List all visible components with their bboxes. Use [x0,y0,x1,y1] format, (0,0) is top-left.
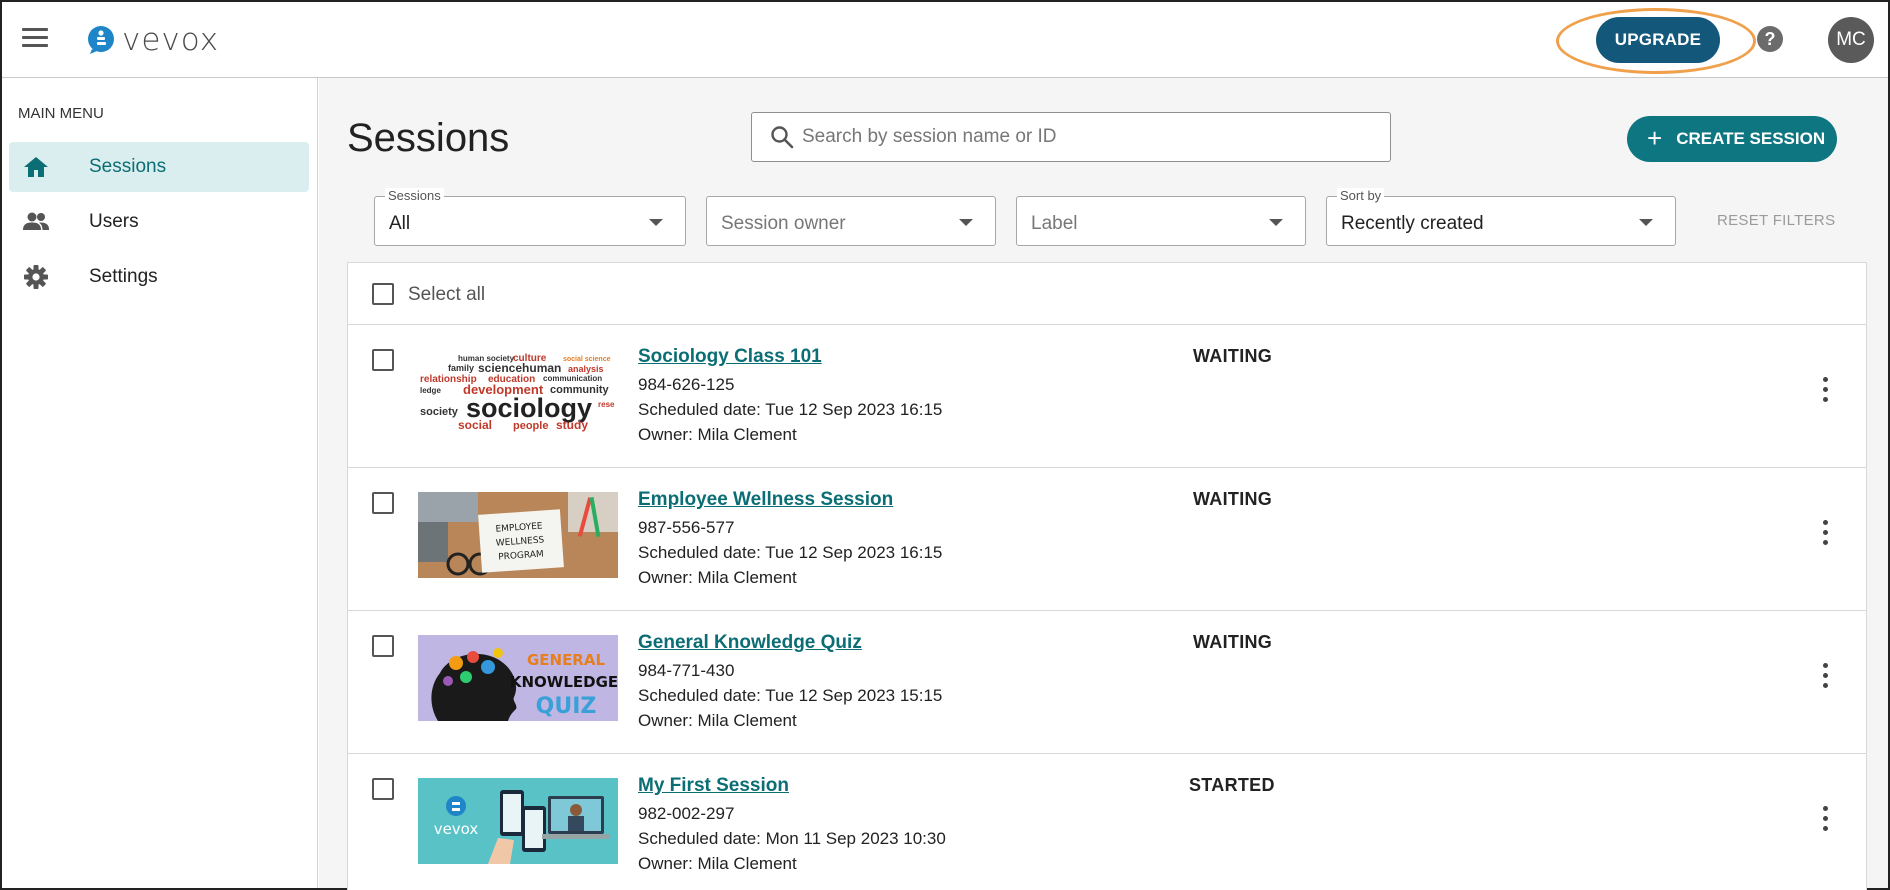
session-status: WAITING [1193,632,1273,652]
session-title-link[interactable]: Sociology Class 101 [638,346,822,368]
session-title-link[interactable]: My First Session [638,775,789,797]
sidebar-item-label: Settings [89,266,158,287]
svg-text:communication: communication [543,374,602,383]
svg-text:family: family [448,363,474,373]
sort-by-select[interactable]: Sort by Recently created [1326,188,1676,246]
select-all-row: Select all [348,263,1866,325]
svg-text:study: study [556,418,588,432]
filter-value: All [389,213,411,234]
session-row: EMPLOYEE WELLNESS PROGRAM Employee Welln… [348,468,1866,611]
session-scheduled-date: Scheduled date: Mon 11 Sep 2023 10:30 [638,829,946,848]
user-avatar[interactable]: MC [1828,17,1874,63]
home-icon [24,157,48,177]
search-icon [771,126,794,149]
chevron-down-icon [959,219,973,226]
users-icon [23,212,49,230]
session-id: 982-002-297 [638,804,735,823]
svg-text:people: people [513,420,548,432]
select-all-label: Select all [408,284,486,305]
session-title-link[interactable]: Employee Wellness Session [638,489,893,511]
svg-text:society: society [420,406,459,418]
session-id: 984-771-430 [638,661,735,680]
sidebar: MAIN MENU Sessions Users Settings [2,78,318,888]
search-input[interactable] [802,119,1372,155]
session-owner: Owner: Mila Clement [638,854,797,873]
session-status: STARTED [1189,775,1275,795]
svg-text:analysis: analysis [568,364,604,374]
session-thumbnail: EMPLOYEE WELLNESS PROGRAM [418,492,618,578]
sidebar-item-label: Sessions [89,156,167,177]
filter-label: Sessions [385,188,444,204]
svg-text:ledge: ledge [420,386,441,395]
session-scheduled-date: Scheduled date: Tue 12 Sep 2023 16:15 [638,543,943,562]
filter-value: Recently created [1341,213,1484,234]
thumbnail-text-line: QUIZ [536,694,597,719]
more-options-icon[interactable] [1818,806,1832,832]
thumbnail-text-line: vevox [434,820,479,838]
session-owner: Owner: Mila Clement [638,568,797,587]
upgrade-button[interactable]: UPGRADE [1596,17,1720,63]
filter-value: Label [1031,213,1078,234]
plus-icon: + [1647,122,1663,153]
sessions-filter-select[interactable]: Sessions All [374,188,686,246]
page-title: Sessions [347,116,510,160]
session-owner: Owner: Mila Clement [638,425,797,444]
sidebar-item-sessions[interactable]: Sessions [9,142,309,192]
logo-text: vevox [122,22,220,58]
session-thumbnail: vevox [418,778,618,864]
filter-value: Session owner [721,213,846,234]
chevron-down-icon [1639,219,1653,226]
chevron-down-icon [649,219,663,226]
svg-text:social: social [458,418,492,432]
sidebar-item-label: Users [89,211,139,232]
session-row: GENERAL KNOWLEDGE QUIZ General Knowledge… [348,611,1866,754]
vevox-logo[interactable]: vevox [86,21,219,59]
svg-text:sciencehuman: sciencehuman [478,361,561,375]
session-scheduled-date: Scheduled date: Tue 12 Sep 2023 16:15 [638,400,943,419]
help-icon[interactable]: ? [1757,26,1783,52]
session-scheduled-date: Scheduled date: Tue 12 Sep 2023 15:15 [638,686,943,705]
more-options-icon[interactable] [1818,663,1832,689]
chevron-down-icon [1269,219,1283,226]
thumbnail-text-line: KNOWLEDGE [510,673,618,691]
session-title-link[interactable]: General Knowledge Quiz [638,632,862,654]
session-checkbox[interactable] [372,349,394,371]
create-session-label: CREATE SESSION [1676,129,1826,148]
svg-text:rese: rese [598,400,615,409]
main-menu-heading: MAIN MENU [18,105,104,122]
session-checkbox[interactable] [372,492,394,514]
session-checkbox[interactable] [372,635,394,657]
more-options-icon[interactable] [1818,377,1832,403]
session-status: WAITING [1193,346,1273,366]
session-row: vevox My First Session 982-002-297 Sched… [348,754,1866,890]
session-row: human society culture social science fam… [348,325,1866,468]
svg-text:social science: social science [563,356,611,363]
gear-icon [24,265,48,289]
more-options-icon[interactable] [1818,520,1832,546]
session-thumbnail: GENERAL KNOWLEDGE QUIZ [418,635,618,721]
select-all-checkbox[interactable] [372,283,394,305]
sidebar-item-users[interactable]: Users [9,197,309,247]
sessions-list: Select all human society culture social … [347,262,1867,890]
sidebar-item-settings[interactable]: Settings [9,252,309,302]
session-status: WAITING [1193,489,1273,509]
label-select[interactable]: Label [1016,196,1306,246]
vevox-logo-icon [88,26,114,54]
session-id: 987-556-577 [638,518,735,537]
session-owner: Owner: Mila Clement [638,711,797,730]
reset-filters-button[interactable]: RESET FILTERS [1717,212,1835,229]
top-bar: vevox UPGRADE ? MC [2,2,1888,78]
session-thumbnail: human society culture social science fam… [418,349,618,435]
session-id: 984-626-125 [638,375,735,394]
main-content: Sessions + CREATE SESSION Sessions All S… [319,78,1888,890]
search-box[interactable] [751,112,1391,162]
create-session-button[interactable]: + CREATE SESSION [1627,116,1837,162]
filter-label: Sort by [1337,188,1385,204]
session-checkbox[interactable] [372,778,394,800]
hamburger-menu-icon[interactable] [22,28,48,48]
session-owner-select[interactable]: Session owner [706,196,996,246]
thumbnail-text-line: GENERAL [527,651,606,669]
